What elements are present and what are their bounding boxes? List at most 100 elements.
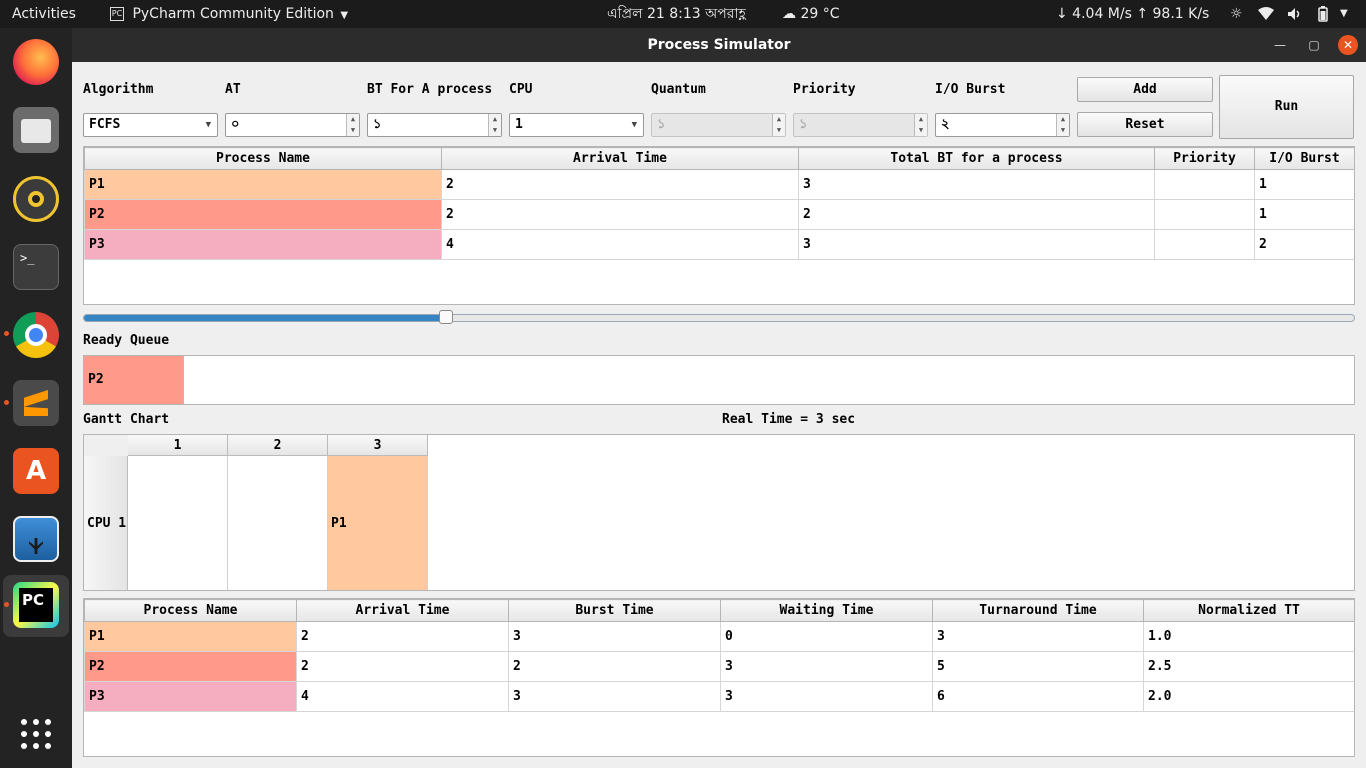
system-menu-chevron-icon[interactable]: ▼ (1340, 0, 1348, 28)
volume-icon[interactable] (1287, 0, 1303, 28)
table-row[interactable]: P1 2 3 0 3 1.0 (84, 621, 1354, 652)
at-stepper[interactable]: ▲ ▼ (346, 114, 359, 136)
gantt-cell[interactable]: P1 (328, 456, 428, 590)
chrome-icon[interactable] (13, 312, 59, 358)
gantt-cell[interactable] (228, 456, 328, 590)
column-header[interactable]: Arrival Time (441, 147, 799, 170)
table-row[interactable]: P2 2 2 1 (84, 199, 1354, 230)
turnaround-time-cell[interactable]: 3 (932, 621, 1144, 652)
arrival-time-cell[interactable]: 4 (296, 681, 509, 712)
priority-cell[interactable] (1154, 229, 1255, 260)
burst-time-cell[interactable]: 3 (508, 681, 721, 712)
spin-up-icon[interactable]: ▲ (347, 114, 359, 125)
files-icon[interactable] (13, 107, 59, 153)
cpu-select[interactable]: 1 ▼ (509, 113, 644, 137)
io-burst-cell[interactable]: 1 (1254, 199, 1354, 230)
activities-button[interactable]: Activities (12, 0, 76, 28)
clock[interactable]: এপ্রিল 21 8:13 অপরাহ্ণ (607, 0, 746, 28)
slider-handle[interactable] (438, 310, 453, 324)
close-icon[interactable]: ✕ (1338, 35, 1358, 55)
time-slider[interactable] (83, 310, 1355, 324)
gantt-chart[interactable]: 1 2 3 CPU 1 P1 (83, 434, 1355, 591)
process-name-cell[interactable]: P3 (84, 229, 442, 260)
normalized-tt-cell[interactable]: 2.5 (1143, 651, 1354, 682)
column-header[interactable]: Process Name (84, 599, 297, 622)
firefox-icon[interactable] (13, 39, 59, 85)
arrival-time-cell[interactable]: 4 (441, 229, 799, 260)
normalized-tt-cell[interactable]: 2.0 (1143, 681, 1354, 712)
column-header[interactable]: Burst Time (508, 599, 721, 622)
column-header[interactable]: Waiting Time (720, 599, 933, 622)
results-table[interactable]: Process Name Arrival Time Burst Time Wai… (83, 598, 1355, 757)
at-spinbox[interactable]: ০ ▲ ▼ (225, 113, 360, 137)
process-name-cell[interactable]: P2 (84, 651, 297, 682)
software-center-icon[interactable]: A (13, 448, 59, 494)
ready-queue[interactable]: P2 (83, 355, 1355, 405)
network-speed[interactable]: ↓ 4.04 M/s ↑ 98.1 K/s (1056, 0, 1209, 28)
spin-down-icon[interactable]: ▼ (489, 125, 501, 136)
process-name-cell[interactable]: P1 (84, 169, 442, 200)
column-header[interactable]: Priority (1154, 147, 1255, 170)
algorithm-select[interactable]: FCFS ▼ (83, 113, 218, 137)
spin-down-icon[interactable]: ▼ (347, 125, 359, 136)
battery-icon[interactable] (1318, 0, 1328, 28)
app-menu[interactable]: PC PyCharm Community Edition ▼ (110, 0, 348, 28)
column-header[interactable]: Turnaround Time (932, 599, 1144, 622)
io-burst-cell[interactable]: 2 (1254, 229, 1354, 260)
app-grid-icon[interactable] (13, 711, 59, 757)
column-header[interactable]: Arrival Time (296, 599, 509, 622)
burst-time-cell[interactable]: 3 (508, 621, 721, 652)
gantt-cell[interactable] (128, 456, 228, 590)
arrival-time-cell[interactable]: 2 (441, 199, 799, 230)
io-burst-spinbox[interactable]: ২ ▲ ▼ (935, 113, 1070, 137)
io-burst-cell[interactable]: 1 (1254, 169, 1354, 200)
wifi-icon[interactable] (1258, 0, 1274, 28)
column-header[interactable]: I/O Burst (1254, 147, 1354, 170)
waiting-time-cell[interactable]: 0 (720, 621, 933, 652)
priority-cell[interactable] (1154, 199, 1255, 230)
brightness-icon[interactable]: ☼ (1230, 0, 1243, 28)
spin-down-icon[interactable]: ▼ (1057, 125, 1069, 136)
burst-time-cell[interactable]: 2 (798, 199, 1155, 230)
process-name-cell[interactable]: P1 (84, 621, 297, 652)
waiting-time-cell[interactable]: 3 (720, 651, 933, 682)
weather-indicator[interactable]: ☁ 29 °C (782, 0, 840, 28)
reset-button[interactable]: Reset (1077, 112, 1213, 137)
table-row[interactable]: P2 2 2 3 5 2.5 (84, 651, 1354, 682)
arrival-time-cell[interactable]: 2 (296, 651, 509, 682)
burst-time-cell[interactable]: 2 (508, 651, 721, 682)
column-header[interactable]: Process Name (84, 147, 442, 170)
turnaround-time-cell[interactable]: 6 (932, 681, 1144, 712)
table-row[interactable]: P3 4 3 2 (84, 229, 1354, 260)
waiting-time-cell[interactable]: 3 (720, 681, 933, 712)
pycharm-icon[interactable]: PC (13, 582, 59, 628)
io-burst-stepper[interactable]: ▲ ▼ (1056, 114, 1069, 136)
maximize-icon[interactable]: ▢ (1304, 35, 1324, 55)
bt-spinbox[interactable]: ১ ▲ ▼ (367, 113, 502, 137)
spin-up-icon[interactable]: ▲ (489, 114, 501, 125)
table-row[interactable]: P3 4 3 3 6 2.0 (84, 681, 1354, 712)
column-header[interactable]: Total BT for a process (798, 147, 1155, 170)
terminal-icon[interactable]: >_ (13, 244, 59, 290)
burst-time-cell[interactable]: 3 (798, 169, 1155, 200)
turnaround-time-cell[interactable]: 5 (932, 651, 1144, 682)
burst-time-cell[interactable]: 3 (798, 229, 1155, 260)
rhythmbox-icon[interactable] (13, 176, 59, 222)
run-button[interactable]: Run (1219, 75, 1354, 139)
process-name-cell[interactable]: P2 (84, 199, 442, 230)
minimize-icon[interactable]: — (1270, 35, 1290, 55)
spin-up-icon[interactable]: ▲ (1057, 114, 1069, 125)
process-name-cell[interactable]: P3 (84, 681, 297, 712)
arrival-time-cell[interactable]: 2 (441, 169, 799, 200)
process-table[interactable]: Process Name Arrival Time Total BT for a… (83, 146, 1355, 305)
add-button[interactable]: Add (1077, 77, 1213, 102)
column-header[interactable]: Normalized TT (1143, 599, 1354, 622)
sublime-text-icon[interactable] (13, 380, 59, 426)
table-row[interactable]: P1 2 3 1 (84, 169, 1354, 200)
ready-queue-item[interactable]: P2 (84, 356, 184, 404)
bt-stepper[interactable]: ▲ ▼ (488, 114, 501, 136)
arrival-time-cell[interactable]: 2 (296, 621, 509, 652)
priority-cell[interactable] (1154, 169, 1255, 200)
normalized-tt-cell[interactable]: 1.0 (1143, 621, 1354, 652)
shotwell-icon[interactable] (13, 516, 59, 562)
